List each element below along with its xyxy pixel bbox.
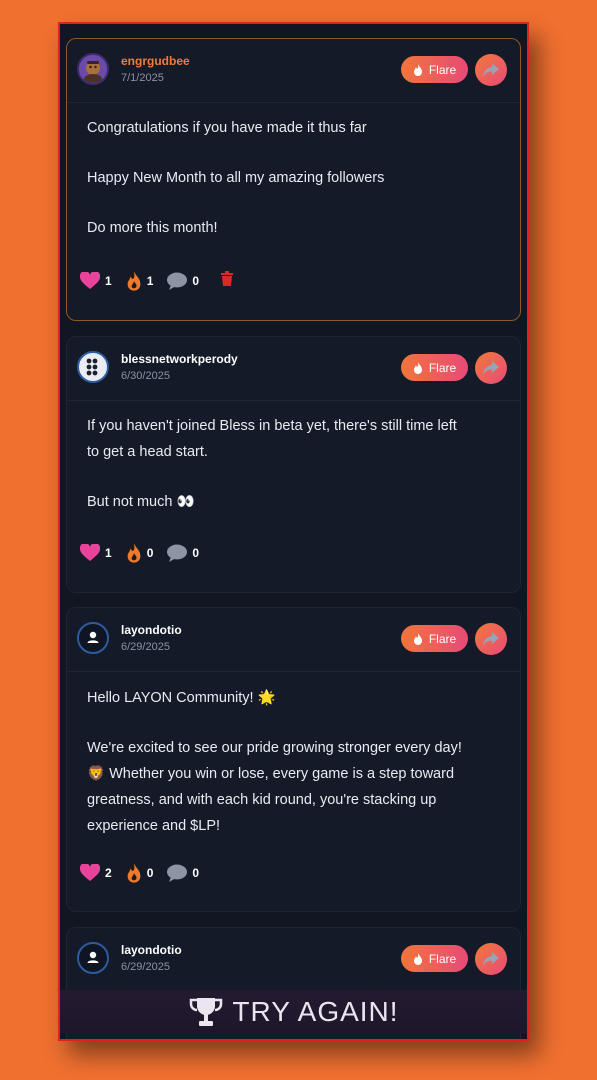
post-text: greatness, and with each kid round, you'… — [87, 792, 437, 808]
post-text: experience and $LP! — [87, 818, 221, 834]
flame-icon — [127, 543, 141, 563]
share-icon — [483, 632, 499, 646]
flame-icon — [127, 863, 141, 883]
post-text: Do more this month! — [87, 220, 218, 236]
post-stats: 1 1 0 — [80, 270, 234, 292]
comment-count: 0 — [192, 866, 200, 880]
like-count: 1 — [105, 546, 112, 560]
flame-icon — [413, 632, 422, 645]
share-button[interactable] — [475, 54, 507, 86]
share-icon — [483, 952, 499, 966]
comment-icon — [167, 544, 188, 562]
like-stat[interactable]: 1 — [80, 544, 112, 562]
flare-label: Flare — [428, 951, 457, 966]
post-header: engrgudbee 7/1/2025 Flare — [67, 39, 520, 103]
post-body: Hello LAYON Community! 🌟 We're excited t… — [87, 685, 500, 839]
like-count: 2 — [105, 866, 112, 880]
like-stat[interactable]: 2 — [80, 864, 112, 882]
post-date: 7/1/2025 — [121, 72, 164, 84]
flame-icon — [127, 271, 141, 291]
avatar[interactable] — [77, 622, 109, 654]
share-icon — [483, 63, 499, 77]
post-text: But not much 👀 — [87, 494, 195, 510]
post-card: layondotio 6/29/2025 Flare Hello LAYON C… — [66, 607, 521, 912]
flame-icon — [413, 63, 422, 76]
comment-stat[interactable]: 0 — [167, 864, 199, 882]
flare-label: Flare — [428, 631, 457, 646]
share-button[interactable] — [475, 943, 507, 975]
post-text: We're excited to see our pride growing s… — [87, 740, 462, 756]
share-icon — [483, 361, 499, 375]
user-icon — [87, 951, 99, 963]
heart-icon — [80, 544, 100, 561]
post-text: Hello LAYON Community! 🌟 — [87, 690, 276, 706]
post-card: engrgudbee 7/1/2025 Flare Congratulation… — [66, 38, 521, 321]
post-text: Happy New Month to all my amazing follow… — [87, 170, 385, 186]
post-header: layondotio 6/29/2025 Flare — [67, 608, 520, 672]
flame-icon — [413, 361, 422, 374]
like-stat[interactable]: 1 — [80, 272, 112, 290]
flare-count: 0 — [146, 866, 154, 880]
user-icon — [87, 631, 99, 643]
flare-button[interactable]: Flare — [401, 945, 468, 972]
post-header: blessnetworkperody 6/30/2025 Flare — [67, 337, 520, 401]
app-frame: engrgudbee 7/1/2025 Flare Congratulation… — [58, 22, 529, 1041]
username[interactable]: blessnetworkperody — [121, 352, 238, 366]
flare-stat[interactable]: 0 — [126, 863, 154, 883]
username[interactable]: layondotio — [121, 943, 182, 957]
comment-count: 0 — [192, 274, 200, 288]
comment-icon — [167, 272, 188, 290]
heart-icon — [80, 864, 100, 881]
username[interactable]: engrgudbee — [121, 54, 190, 68]
try-again-banner[interactable]: TRY AGAIN! — [60, 990, 527, 1033]
post-text: Congratulations if you have made it thus… — [87, 120, 367, 136]
flare-count: 0 — [146, 546, 154, 560]
post-date: 6/29/2025 — [121, 641, 170, 653]
post-header: layondotio 6/29/2025 Flare — [67, 928, 520, 992]
post-text: 🦁 Whether you win or lose, every game is… — [87, 766, 455, 782]
post-date: 6/30/2025 — [121, 370, 170, 382]
try-again-label: TRY AGAIN! — [232, 995, 399, 1027]
comment-count: 0 — [192, 546, 200, 560]
heart-icon — [80, 272, 100, 289]
avatar[interactable] — [77, 942, 109, 974]
flare-count: 1 — [146, 274, 154, 288]
trash-icon — [221, 271, 234, 286]
comment-stat[interactable]: 0 — [167, 272, 199, 290]
post-date: 6/29/2025 — [121, 961, 170, 973]
post-card: blessnetworkperody 6/30/2025 Flare If yo… — [66, 336, 521, 593]
flare-button[interactable]: Flare — [401, 625, 468, 652]
post-stats: 2 0 0 — [80, 862, 213, 884]
comment-stat[interactable]: 0 — [167, 544, 199, 562]
flare-button[interactable]: Flare — [401, 56, 468, 83]
post-body: Congratulations if you have made it thus… — [87, 115, 500, 241]
delete-button[interactable] — [221, 271, 234, 291]
share-button[interactable] — [475, 352, 507, 384]
flare-stat[interactable]: 0 — [126, 543, 154, 563]
flame-icon — [413, 952, 422, 965]
flare-label: Flare — [428, 360, 457, 375]
avatar[interactable] — [77, 351, 109, 383]
post-body: If you haven't joined Bless in beta yet,… — [87, 413, 500, 515]
flare-stat[interactable]: 1 — [126, 271, 154, 291]
avatar[interactable] — [77, 53, 109, 85]
comment-icon — [167, 864, 188, 882]
like-count: 1 — [105, 274, 112, 288]
post-text: If you haven't joined Bless in beta yet,… — [87, 418, 457, 434]
share-button[interactable] — [475, 623, 507, 655]
trophy-icon — [190, 997, 223, 1026]
flare-button[interactable]: Flare — [401, 354, 468, 381]
flare-label: Flare — [428, 62, 457, 77]
post-text: to get a head start. — [87, 444, 208, 460]
username[interactable]: layondotio — [121, 623, 182, 637]
post-stats: 1 0 0 — [80, 542, 213, 564]
